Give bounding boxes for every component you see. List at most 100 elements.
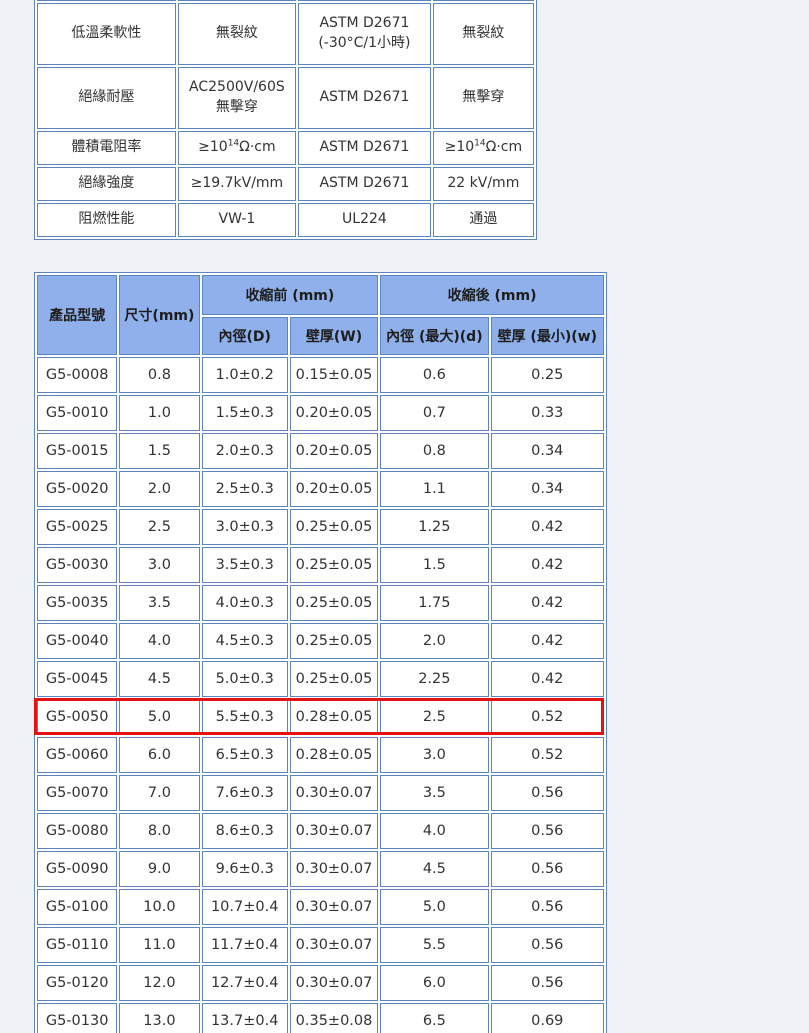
cell-size: 2.0 bbox=[119, 471, 200, 507]
spec-property: 絕緣強度 bbox=[37, 167, 176, 201]
spec-requirement: VW-1 bbox=[177, 203, 297, 237]
cell-model: G5-0035 bbox=[37, 585, 118, 621]
header-model: 產品型號 bbox=[37, 275, 118, 355]
cell-inner-diameter: 2.5±0.3 bbox=[201, 471, 288, 507]
table-row: G5-0030 3.0 3.5±0.3 0.25±0.05 1.5 0.42 bbox=[37, 547, 604, 583]
cell-inner-max: 1.75 bbox=[380, 585, 489, 621]
cell-inner-max: 0.6 bbox=[380, 357, 489, 393]
spec-table: 低溫柔軟性 無裂紋 ASTM D2671 (-30°C/1小時) 無裂紋 絕緣耐… bbox=[34, 0, 537, 240]
spec-result: 22 kV/mm bbox=[432, 167, 534, 201]
cell-model: G5-0025 bbox=[37, 509, 118, 545]
spec-requirement: ≥1014Ω·cm bbox=[177, 131, 297, 165]
spec-row-cut bbox=[37, 0, 534, 1]
spec-row: 低溫柔軟性 無裂紋 ASTM D2671 (-30°C/1小時) 無裂紋 bbox=[37, 3, 534, 65]
cell-inner-max: 1.1 bbox=[380, 471, 489, 507]
product-table: 產品型號 尺寸(mm) 收縮前 (mm) 收縮後 (mm) 內徑(D) 壁厚(W… bbox=[34, 272, 607, 1033]
spec-requirement-line: AC2500V/60S bbox=[189, 79, 285, 96]
table-row: G5-0100 10.0 10.7±0.4 0.30±0.07 5.0 0.56 bbox=[37, 889, 604, 925]
header-row: 產品型號 尺寸(mm) 收縮前 (mm) 收縮後 (mm) bbox=[37, 275, 604, 355]
cell-wall-thickness: 0.30±0.07 bbox=[289, 813, 379, 849]
cell-model: G5-0100 bbox=[37, 889, 118, 925]
cell-inner-max: 0.7 bbox=[380, 395, 489, 431]
cell-wall-thickness: 0.20±0.05 bbox=[289, 471, 379, 507]
cell-inner-diameter: 8.6±0.3 bbox=[201, 813, 288, 849]
cell-wall-min: 0.42 bbox=[490, 547, 604, 583]
cell-wall-min: 0.42 bbox=[490, 661, 604, 697]
table-row: G5-0060 6.0 6.5±0.3 0.28±0.05 3.0 0.52 bbox=[37, 737, 604, 773]
cell-wall-min: 0.56 bbox=[490, 889, 604, 925]
cell-model: G5-0070 bbox=[37, 775, 118, 811]
cell-wall-thickness: 0.20±0.05 bbox=[289, 433, 379, 469]
cell-size: 5.0 bbox=[119, 699, 200, 735]
product-table-body: G5-0008 0.8 1.0±0.2 0.15±0.05 0.6 0.25 G5-0010… bbox=[37, 357, 604, 1033]
cell-wall-min: 0.33 bbox=[490, 395, 604, 431]
cell-wall-min: 0.52 bbox=[490, 699, 604, 735]
cell-model: G5-0130 bbox=[37, 1003, 118, 1033]
spec-requirement: 無裂紋 bbox=[177, 3, 297, 65]
cell-inner-max: 2.25 bbox=[380, 661, 489, 697]
spec-cell bbox=[432, 0, 534, 1]
cell-size: 10.0 bbox=[119, 889, 200, 925]
spec-requirement-line: 無擊穿 bbox=[215, 99, 258, 115]
cell-wall-thickness: 0.20±0.05 bbox=[289, 395, 379, 431]
cell-wall-thickness: 0.30±0.07 bbox=[289, 927, 379, 963]
spec-method: ASTM D2671 bbox=[298, 131, 431, 165]
resistivity-base: ≥10 bbox=[444, 139, 475, 156]
cell-size: 3.5 bbox=[119, 585, 200, 621]
cell-wall-thickness: 0.35±0.08 bbox=[289, 1003, 379, 1033]
cell-inner-diameter: 12.7±0.4 bbox=[201, 965, 288, 1001]
cell-size: 4.5 bbox=[119, 661, 200, 697]
cell-inner-max: 1.5 bbox=[380, 547, 489, 583]
table-row: G5-0020 2.0 2.5±0.3 0.20±0.05 1.1 0.34 bbox=[37, 471, 604, 507]
cell-wall-min: 0.42 bbox=[490, 623, 604, 659]
table-row: G5-0050 5.0 5.5±0.3 0.28±0.05 2.5 0.52 bbox=[37, 699, 604, 735]
header-wall-thickness: 壁厚(W) bbox=[289, 317, 379, 355]
cell-wall-min: 0.56 bbox=[490, 927, 604, 963]
spec-page: 低溫柔軟性 無裂紋 ASTM D2671 (-30°C/1小時) 無裂紋 絕緣耐… bbox=[0, 0, 809, 1033]
cell-inner-diameter: 10.7±0.4 bbox=[201, 889, 288, 925]
cell-inner-max: 2.5 bbox=[380, 699, 489, 735]
cell-inner-diameter: 5.0±0.3 bbox=[201, 661, 288, 697]
resistivity-exponent: 14 bbox=[474, 138, 486, 149]
cell-inner-diameter: 3.5±0.3 bbox=[201, 547, 288, 583]
spec-property: 絕緣耐壓 bbox=[37, 67, 176, 129]
resistivity-unit: Ω·cm bbox=[485, 139, 523, 156]
spec-method: ASTM D2671 bbox=[298, 67, 431, 129]
table-row: G5-0010 1.0 1.5±0.3 0.20±0.05 0.7 0.33 bbox=[37, 395, 604, 431]
header-wall-min: 壁厚 (最小)(w) bbox=[490, 317, 604, 355]
cell-wall-thickness: 0.25±0.05 bbox=[289, 623, 379, 659]
cell-model: G5-0015 bbox=[37, 433, 118, 469]
table-row: G5-0025 2.5 3.0±0.3 0.25±0.05 1.25 0.42 bbox=[37, 509, 604, 545]
cell-wall-min: 0.34 bbox=[490, 433, 604, 469]
table-row: G5-0110 11.0 11.7±0.4 0.30±0.07 5.5 0.56 bbox=[37, 927, 604, 963]
resistivity-exponent: 14 bbox=[227, 138, 240, 149]
cell-wall-thickness: 0.30±0.07 bbox=[289, 965, 379, 1001]
header-before-shrink: 收縮前 (mm) bbox=[201, 275, 379, 315]
spec-row: 絕緣強度 ≥19.7kV/mm ASTM D2671 22 kV/mm bbox=[37, 167, 534, 201]
cell-wall-min: 0.56 bbox=[490, 851, 604, 887]
table-row: G5-0080 8.0 8.6±0.3 0.30±0.07 4.0 0.56 bbox=[37, 813, 604, 849]
cell-inner-max: 4.0 bbox=[380, 813, 489, 849]
header-size: 尺寸(mm) bbox=[119, 275, 200, 355]
cell-wall-min: 0.56 bbox=[490, 813, 604, 849]
spec-result: 無裂紋 bbox=[432, 3, 534, 65]
table-row: G5-0090 9.0 9.6±0.3 0.30±0.07 4.5 0.56 bbox=[37, 851, 604, 887]
table-row: G5-0015 1.5 2.0±0.3 0.20±0.05 0.8 0.34 bbox=[37, 433, 604, 469]
cell-inner-diameter: 6.5±0.3 bbox=[201, 737, 288, 773]
table-row: G5-0040 4.0 4.5±0.3 0.25±0.05 2.0 0.42 bbox=[37, 623, 604, 659]
cell-size: 6.0 bbox=[119, 737, 200, 773]
cell-size: 3.0 bbox=[119, 547, 200, 583]
cell-model: G5-0030 bbox=[37, 547, 118, 583]
spec-method: UL224 bbox=[298, 203, 431, 237]
cell-inner-max: 6.0 bbox=[380, 965, 489, 1001]
spec-row: 體積電阻率 ≥1014Ω·cm ASTM D2671 ≥1014Ω·cm bbox=[37, 131, 534, 165]
table-row: G5-0035 3.5 4.0±0.3 0.25±0.05 1.75 0.42 bbox=[37, 585, 604, 621]
cell-size: 1.5 bbox=[119, 433, 200, 469]
cell-model: G5-0120 bbox=[37, 965, 118, 1001]
cell-inner-max: 6.5 bbox=[380, 1003, 489, 1033]
cell-model: G5-0008 bbox=[37, 357, 118, 393]
cell-wall-thickness: 0.30±0.07 bbox=[289, 775, 379, 811]
cell-inner-diameter: 4.5±0.3 bbox=[201, 623, 288, 659]
cell-model: G5-0090 bbox=[37, 851, 118, 887]
cell-wall-min: 0.42 bbox=[490, 509, 604, 545]
